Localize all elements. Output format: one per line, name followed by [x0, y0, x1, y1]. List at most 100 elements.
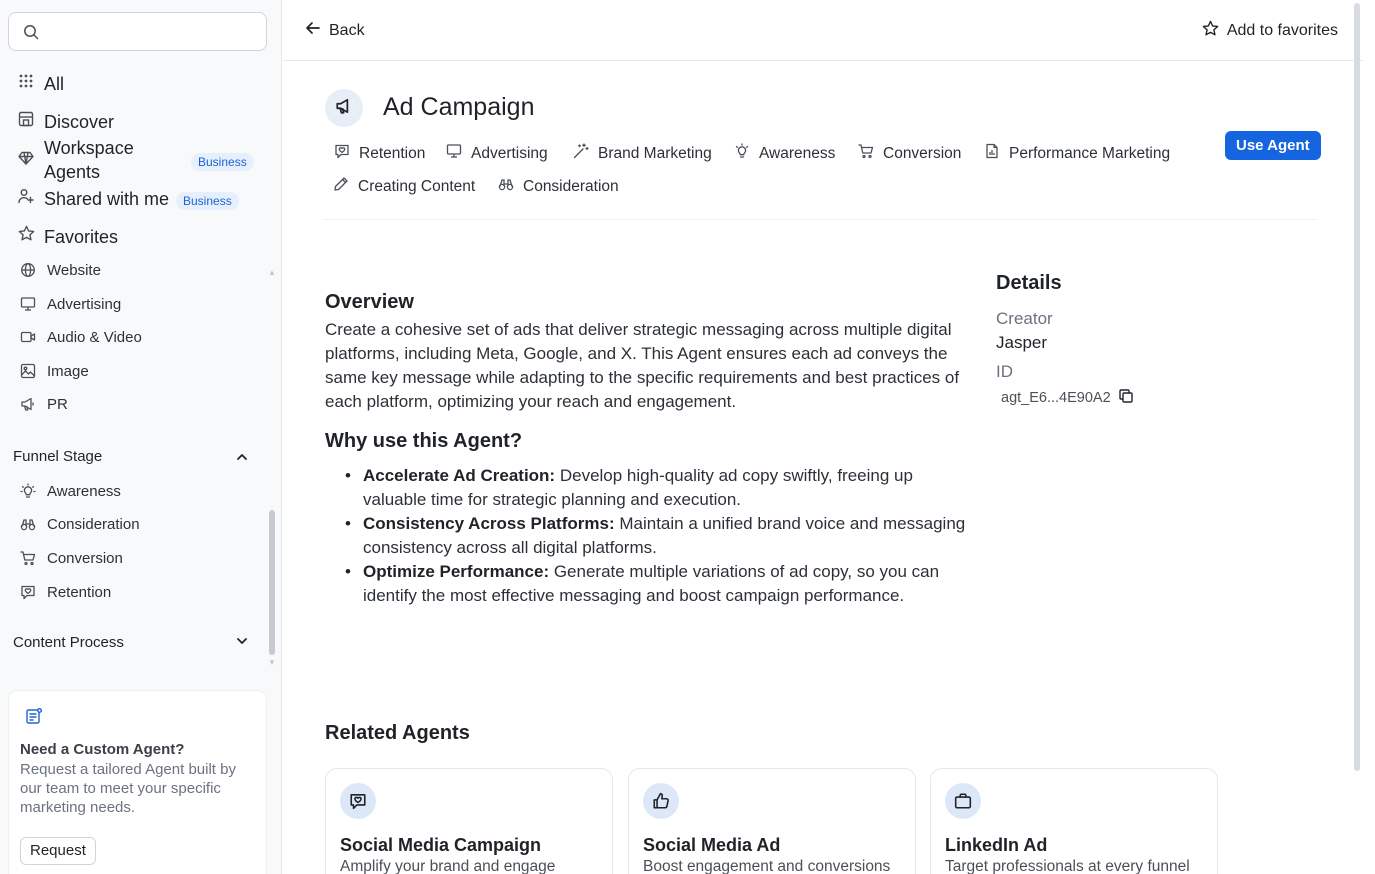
megaphone-icon	[335, 97, 353, 120]
sidebar-item-advertising[interactable]: Advertising	[0, 292, 270, 318]
business-badge: Business	[176, 192, 239, 210]
nav-workspace-label-line1: Workspace	[44, 138, 134, 158]
nav-shared-with-me[interactable]: Shared with me Business	[0, 186, 282, 212]
content-process-header[interactable]: Content Process	[13, 633, 253, 655]
arrow-left-icon	[305, 20, 321, 41]
tag-performance-marketing[interactable]: Performance Marketing	[984, 143, 1170, 165]
card-title: Social Media Ad	[643, 835, 781, 855]
overview-text: Create a cohesive set of ads that delive…	[325, 320, 960, 411]
request-button[interactable]: Request	[20, 837, 96, 865]
tag-advertising[interactable]: Advertising	[446, 143, 548, 165]
tag-label: Retention	[359, 145, 426, 162]
star-icon	[1202, 20, 1219, 42]
sidebar-item-conversion[interactable]: Conversion	[0, 546, 270, 572]
binoculars-icon	[20, 516, 36, 537]
page-scrollbar[interactable]	[1351, 0, 1363, 874]
tag-awareness[interactable]: Awareness	[734, 143, 835, 165]
sidebar-item-audio-video[interactable]: Audio & Video	[0, 325, 270, 351]
sidebar-item-label: Advertising	[47, 296, 122, 313]
sidebar-item-awareness[interactable]: Awareness	[0, 479, 270, 505]
search-icon	[23, 24, 39, 45]
chevron-down-icon	[235, 634, 249, 653]
related-agent-card[interactable]: LinkedIn Ad Target professionals at ever…	[930, 768, 1218, 874]
lightbulb-icon	[734, 143, 750, 165]
list-item: Accelerate Ad Creation: Develop high-qua…	[345, 464, 973, 512]
main-content: Back Add to favorites Ad Campaign Retent…	[283, 0, 1363, 874]
details-heading: Details	[996, 272, 1062, 294]
video-camera-icon	[20, 329, 36, 350]
megaphone-icon	[20, 396, 36, 417]
diamond-icon	[18, 150, 34, 171]
nav-workspace-agents[interactable]: Workspace Agents Business	[0, 136, 282, 186]
funnel-stage-header[interactable]: Funnel Stage	[13, 447, 253, 469]
custom-agent-promo: Need a Custom Agent? Request a tailored …	[8, 690, 267, 874]
back-label: Back	[329, 21, 365, 39]
sidebar-item-image[interactable]: Image	[0, 359, 270, 385]
request-form-icon	[25, 707, 43, 730]
tag-creating-content[interactable]: Creating Content	[333, 176, 475, 198]
tag-brand-marketing[interactable]: Brand Marketing	[573, 143, 712, 165]
scroll-down-arrow-icon[interactable]: ▼	[268, 658, 276, 667]
benefit-title: Consistency Across Platforms:	[363, 514, 615, 533]
related-heading: Related Agents	[325, 722, 470, 744]
copy-icon[interactable]	[1118, 388, 1134, 408]
id-label: ID	[996, 362, 1013, 381]
sidebar-scroll-thumb[interactable]	[269, 510, 275, 655]
sidebar-item-label: Audio & Video	[47, 329, 142, 346]
header-divider	[323, 219, 1318, 220]
sidebar-item-pr[interactable]: PR	[0, 392, 270, 418]
sidebar-item-label: Awareness	[47, 483, 121, 500]
back-button[interactable]: Back	[305, 20, 365, 41]
tag-conversion[interactable]: Conversion	[858, 143, 961, 165]
tag-label: Consideration	[523, 178, 619, 195]
related-agent-card[interactable]: Social Media Campaign Amplify your brand…	[325, 768, 613, 874]
card-title: Social Media Campaign	[340, 835, 542, 855]
related-agent-card[interactable]: Social Media Ad Boost engagement and con…	[628, 768, 916, 874]
page-title: Ad Campaign	[383, 93, 535, 121]
sidebar-item-consideration[interactable]: Consideration	[0, 512, 270, 538]
scroll-up-arrow-icon[interactable]: ▲	[268, 268, 276, 277]
agent-avatar	[325, 89, 363, 127]
sidebar-scrollbar[interactable]: ▲ ▼	[268, 268, 277, 668]
binoculars-icon	[498, 176, 514, 198]
tag-label: Conversion	[883, 145, 962, 162]
sidebar-item-website[interactable]: Website	[0, 258, 270, 284]
image-icon	[20, 363, 36, 384]
promo-title: Need a Custom Agent?	[20, 741, 185, 758]
briefcase-icon	[945, 783, 981, 819]
creator-value: Jasper	[996, 333, 1048, 352]
benefit-title: Accelerate Ad Creation:	[363, 466, 556, 485]
nav-discover[interactable]: Discover	[0, 109, 282, 135]
sidebar-item-retention[interactable]: Retention	[0, 580, 270, 606]
use-agent-button[interactable]: Use Agent	[1225, 131, 1321, 160]
list-item: Optimize Performance: Generate multiple …	[345, 560, 973, 608]
card-description: Amplify your brand and engage	[340, 858, 556, 874]
business-badge: Business	[191, 153, 254, 171]
card-description: Target professionals at every funnel	[945, 858, 1190, 874]
users-icon	[18, 188, 34, 209]
tag-label: Brand Marketing	[598, 145, 712, 162]
cart-icon	[20, 550, 36, 571]
creator-label: Creator	[996, 309, 1053, 328]
search-input[interactable]	[49, 21, 254, 43]
card-description: Boost engagement and conversions	[643, 858, 891, 874]
nav-workspace-label-line2: Agents	[44, 162, 101, 182]
add-to-favorites-button[interactable]: Add to favorites	[1202, 20, 1338, 42]
retention-icon	[20, 584, 36, 605]
id-value: agt_E6...4E90A2	[1001, 390, 1111, 406]
content-process-title: Content Process	[13, 634, 124, 651]
nav-discover-label: Discover	[44, 112, 115, 132]
nav-all[interactable]: All	[0, 71, 282, 97]
page-scroll-thumb[interactable]	[1354, 3, 1360, 771]
why-heading: Why use this Agent?	[325, 430, 523, 452]
funnel-stage-title: Funnel Stage	[13, 448, 103, 465]
tag-retention[interactable]: Retention	[334, 143, 425, 165]
search-box[interactable]	[8, 12, 267, 51]
retention-icon	[334, 143, 350, 165]
nav-favorites[interactable]: Favorites	[0, 224, 282, 250]
report-icon	[984, 143, 1000, 165]
sidebar-item-label: Retention	[47, 584, 112, 601]
sidebar-item-label: Conversion	[47, 550, 123, 567]
tag-consideration[interactable]: Consideration	[498, 176, 619, 198]
sidebar-item-label: Image	[47, 363, 89, 380]
